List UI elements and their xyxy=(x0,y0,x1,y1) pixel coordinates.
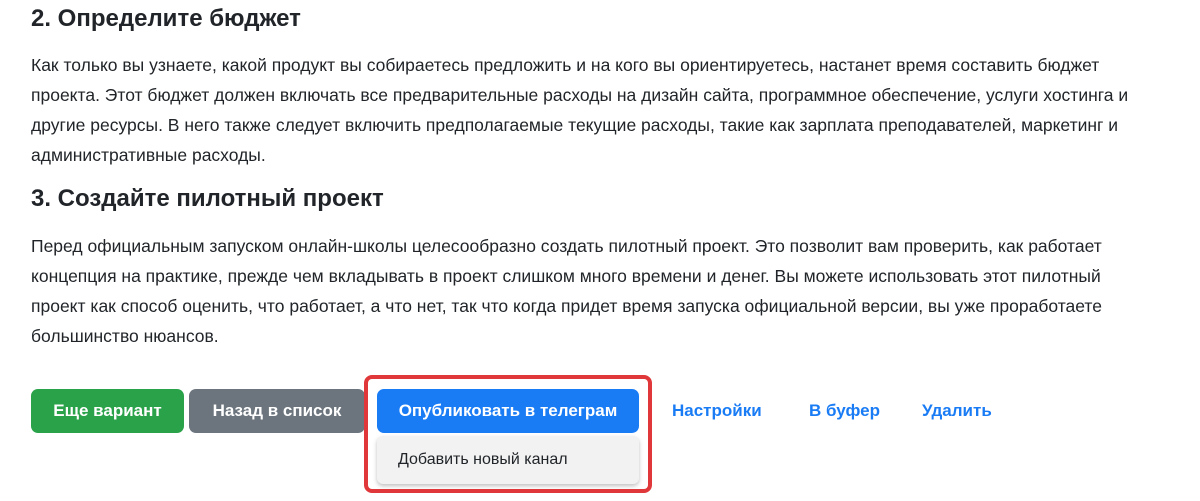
publish-telegram-button[interactable]: Опубликовать в телеграм xyxy=(377,389,639,433)
delete-link[interactable]: Удалить xyxy=(922,389,992,433)
back-to-list-button[interactable]: Назад в список xyxy=(189,389,365,433)
another-variant-button[interactable]: Еще вариант xyxy=(31,389,184,433)
add-new-channel-item[interactable]: Добавить новый канал xyxy=(398,451,568,469)
settings-link[interactable]: Настройки xyxy=(672,389,762,433)
section-paragraph-pilot: Перед официальным запуском онлайн-школы … xyxy=(31,236,1102,346)
copy-to-buffer-link[interactable]: В буфер xyxy=(809,389,880,433)
section-heading-budget: 2. Определите бюджет xyxy=(31,5,301,32)
section-paragraph-budget: Как только вы узнаете, какой продукт вы … xyxy=(31,55,1129,165)
section-heading-pilot: 3. Создайте пилотный проект xyxy=(31,185,384,212)
telegram-channel-dropdown: Добавить новый канал xyxy=(377,436,639,484)
